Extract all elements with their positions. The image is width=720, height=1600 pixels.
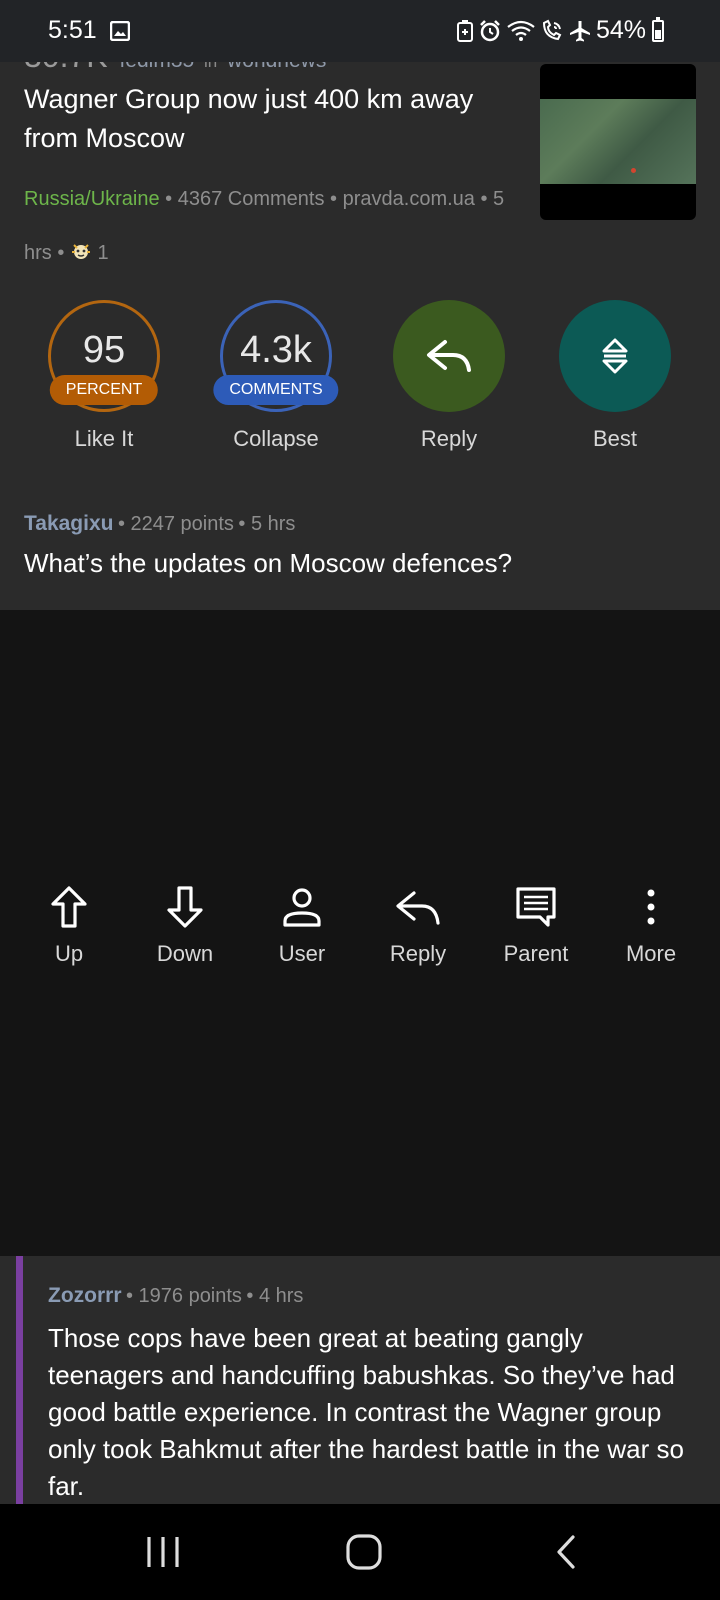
comment-age: 5 hrs <box>250 513 296 535</box>
post-comments-count: 4367 Comments <box>177 188 325 210</box>
best-circle <box>559 300 671 412</box>
down-label: Down <box>156 941 214 966</box>
percent-badge: PERCENT <box>49 375 159 405</box>
status-bar: 5:51 54% <box>0 0 720 62</box>
home-icon <box>346 1534 382 1570</box>
reply-icon <box>427 340 471 372</box>
up-label: Up <box>54 941 84 966</box>
post-flair: Russia/Ukraine <box>24 188 160 210</box>
like-it-action[interactable]: 95 PERCENT Like It <box>48 300 160 452</box>
comment-header: Takagixu • 2247 points • 5 hrs <box>24 512 296 535</box>
battery-saver-icon <box>456 19 473 42</box>
best-label: Best <box>592 426 638 451</box>
comments-value: 4.3k <box>240 328 312 371</box>
comment-points: 2247 points <box>130 513 234 535</box>
parent-button[interactable]: Parent <box>488 885 584 967</box>
comment-icon <box>516 887 556 927</box>
collapse-label: Collapse <box>233 426 319 451</box>
recents-button[interactable] <box>115 1504 211 1600</box>
user-button[interactable]: User <box>254 885 350 967</box>
like-it-label: Like It <box>74 426 134 451</box>
more-vertical-icon <box>647 889 655 925</box>
reply-icon <box>396 891 440 925</box>
award-count: 1 <box>97 242 109 264</box>
back-button[interactable] <box>518 1504 614 1600</box>
comment-header: Zozorrr • 1976 points • 4 hrs <box>48 1284 304 1307</box>
comments-badge: COMMENTS <box>213 375 339 405</box>
recents-icon <box>147 1537 179 1567</box>
comments-circle: 4.3k COMMENTS <box>213 300 339 412</box>
battery-icon <box>652 16 664 42</box>
sort-icon <box>602 338 628 374</box>
post-age-unit: hrs <box>24 242 52 264</box>
comment-author[interactable]: Zozorrr <box>48 1284 122 1307</box>
post-card: 30.7K fedim35 in worldnews Wagner Group … <box>0 0 720 610</box>
back-icon <box>557 1535 575 1569</box>
collapse-action[interactable]: 4.3k COMMENTS Collapse <box>213 300 339 452</box>
reply-label: Reply <box>420 426 478 451</box>
comment-toolbar: Up Down User Reply Parent More <box>0 885 720 985</box>
alarm-icon <box>480 19 500 41</box>
post-info: Russia/Ukraine • 4367 Comments • pravda.… <box>24 188 505 264</box>
reply-button[interactable]: Reply <box>370 885 466 967</box>
more-button[interactable]: More <box>603 885 699 967</box>
user-label: User <box>278 941 326 966</box>
comment-author[interactable]: Takagixu <box>24 512 113 535</box>
post-title[interactable]: Wagner Group now just 400 km away from M… <box>24 80 504 158</box>
reply-action[interactable]: Reply <box>393 300 505 452</box>
post-domain[interactable]: pravda.com.ua <box>343 188 475 210</box>
comment-body: Those cops have been great at beating ga… <box>48 1323 684 1501</box>
best-sort-action[interactable]: Best <box>559 300 671 452</box>
downvote-button[interactable]: Down <box>137 885 233 967</box>
post-thumbnail[interactable] <box>540 64 696 220</box>
reply-circle <box>393 300 505 412</box>
image-notification-icon <box>110 21 130 41</box>
comment-item[interactable]: Zozorrr • 1976 points • 4 hrs Those cops… <box>0 1256 720 1506</box>
percent-value: 95 <box>82 328 126 371</box>
percent-circle: 95 PERCENT <box>48 300 160 412</box>
home-button[interactable] <box>316 1504 412 1600</box>
arrow-up-icon <box>51 886 87 928</box>
award-icon <box>70 229 92 259</box>
parent-label: Parent <box>503 941 569 966</box>
status-time: 5:51 <box>48 16 97 44</box>
comment-points: 1976 points <box>138 1285 242 1307</box>
wifi-icon <box>507 20 535 41</box>
map-thumbnail-image <box>540 99 696 184</box>
arrow-down-icon <box>167 886 203 928</box>
more-label: More <box>625 941 677 966</box>
user-icon <box>283 888 321 927</box>
upvote-button[interactable]: Up <box>21 885 117 967</box>
status-icons: 54% <box>456 16 664 45</box>
reply-toolbar-label: Reply <box>389 941 447 966</box>
thread-depth-bar <box>16 1256 23 1506</box>
battery-percent: 54% <box>595 16 646 44</box>
comment-age: 4 hrs <box>258 1285 304 1307</box>
wifi-calling-icon <box>542 19 562 40</box>
comment-body[interactable]: What’s the updates on Moscow defences? <box>24 548 512 579</box>
airplane-mode-icon <box>569 20 590 41</box>
post-age-num: 5 <box>493 188 505 210</box>
system-navigation-bar <box>0 1504 720 1600</box>
